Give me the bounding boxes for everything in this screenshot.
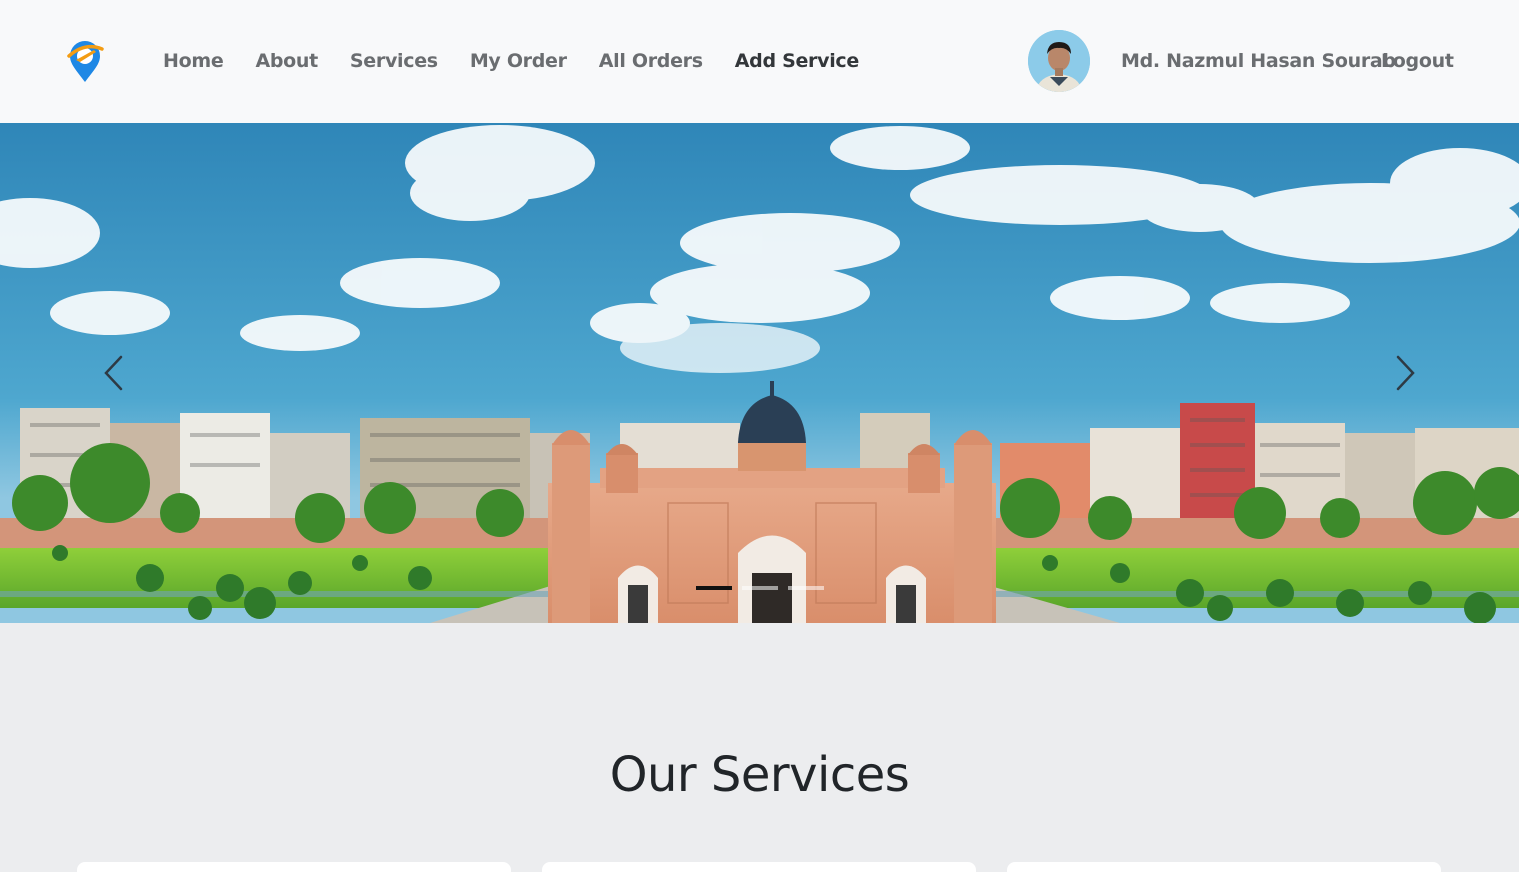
carousel-indicator-3[interactable] <box>788 586 824 590</box>
carousel-next-button[interactable] <box>1375 343 1435 403</box>
carousel-indicator-1[interactable] <box>696 586 732 590</box>
carousel-slide-image <box>0 123 1519 623</box>
chevron-right-icon <box>1396 355 1415 391</box>
carousel-indicator-2[interactable] <box>742 586 778 590</box>
logout-button[interactable]: Logout <box>1381 47 1454 75</box>
carousel-prev-button[interactable] <box>84 343 144 403</box>
nav-add-service[interactable]: Add Service <box>735 47 860 75</box>
section-title: Our Services <box>609 747 910 803</box>
nav-home[interactable]: Home <box>163 47 224 75</box>
nav-my-order[interactable]: My Order <box>470 47 567 75</box>
user-name: Md. Nazmul Hasan Sourab <box>1121 50 1396 72</box>
chevron-left-icon <box>104 355 123 391</box>
service-card[interactable] <box>1007 862 1441 872</box>
navbar: Home About Services My Order All Orders … <box>0 0 1519 123</box>
carousel-indicators <box>696 586 834 590</box>
user-avatar[interactable] <box>1028 30 1090 92</box>
nav-all-orders[interactable]: All Orders <box>599 47 703 75</box>
nav-about[interactable]: About <box>255 47 318 75</box>
service-card[interactable] <box>77 862 511 872</box>
brand-logo-icon[interactable] <box>66 38 104 84</box>
service-card[interactable] <box>542 862 976 872</box>
main-nav: Home About Services My Order All Orders … <box>163 47 891 75</box>
hero-carousel <box>0 123 1519 623</box>
nav-services[interactable]: Services <box>350 47 438 75</box>
